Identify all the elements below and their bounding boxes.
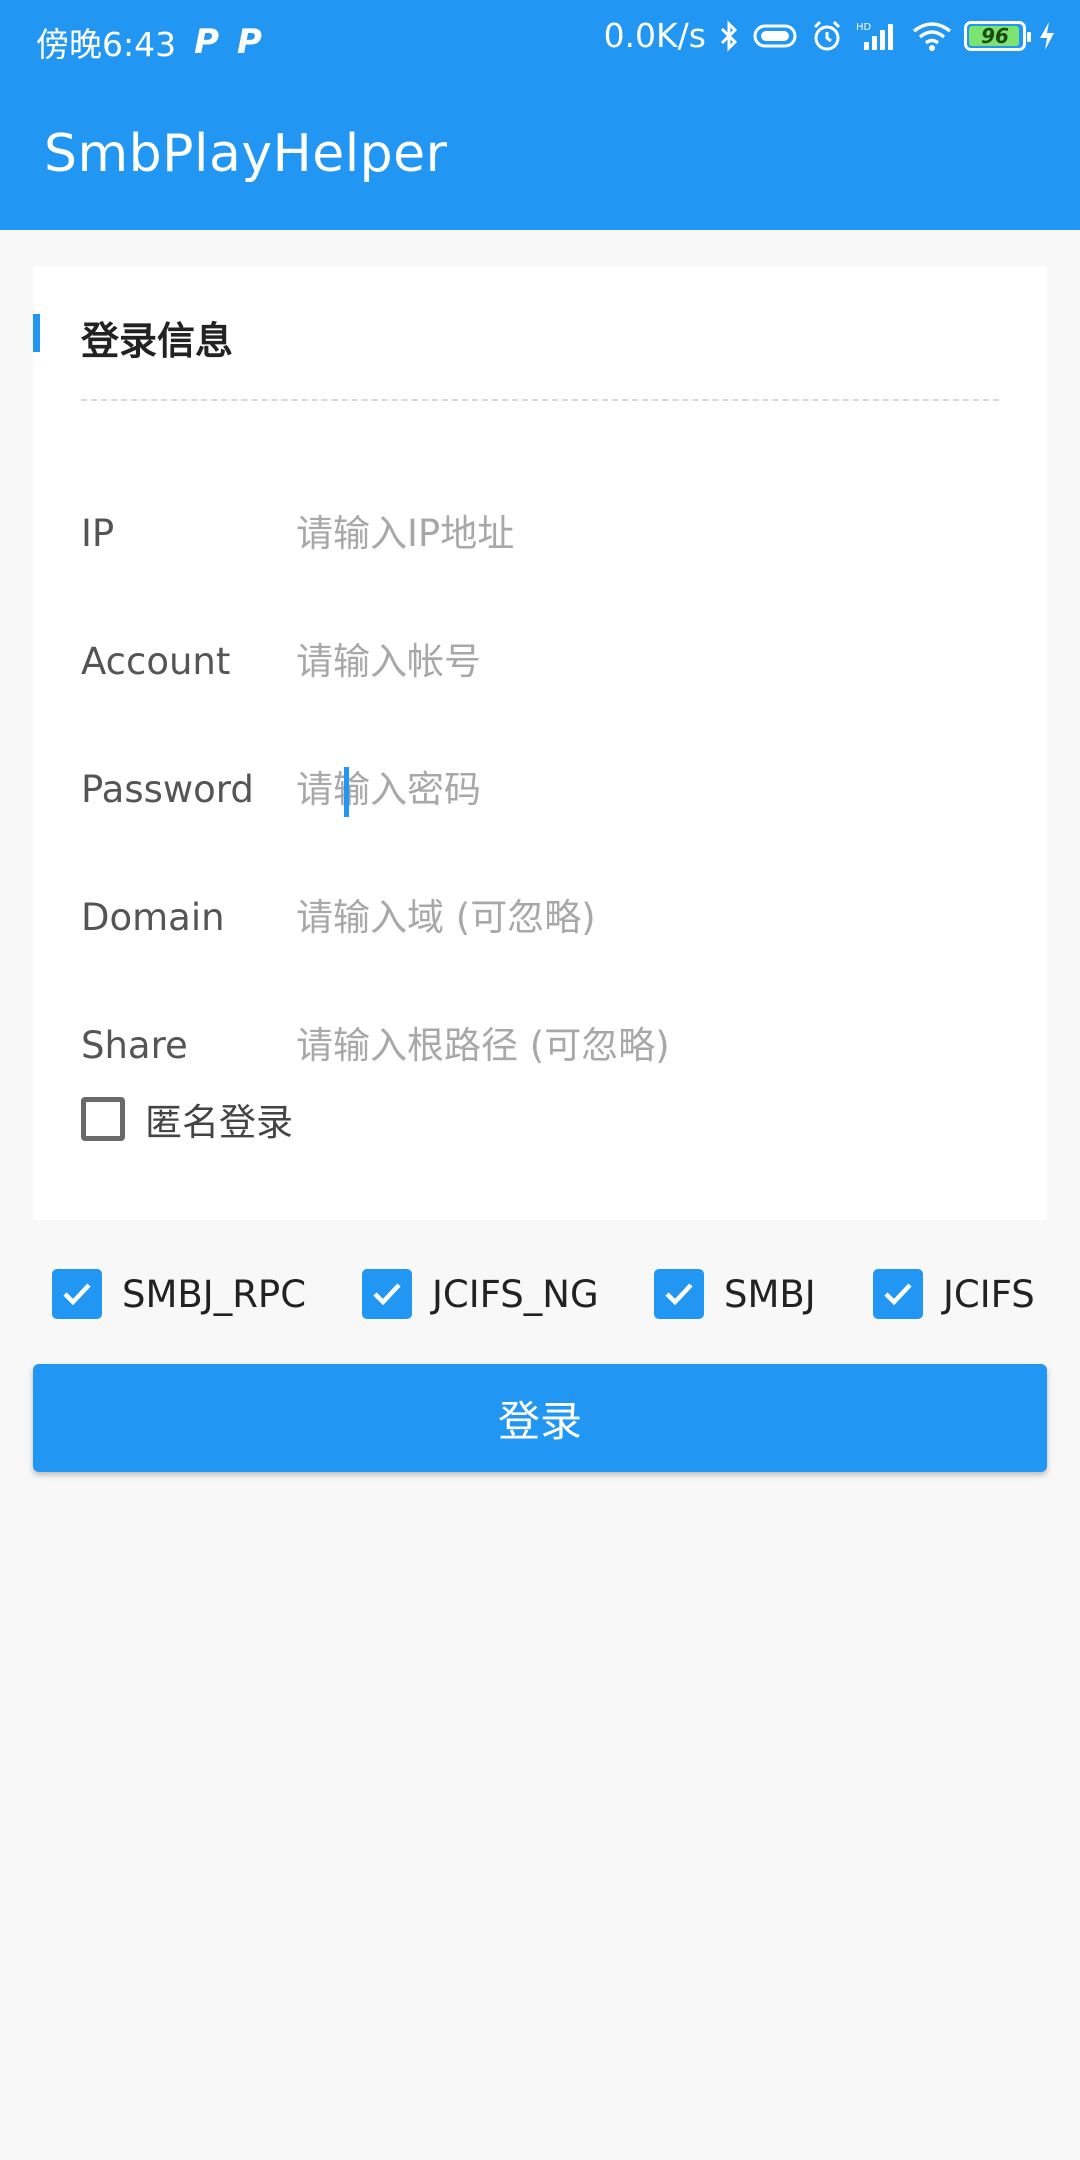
password-row: Password [81,749,1011,829]
domain-row: Domain [81,877,1011,957]
section-title: 登录信息 [81,319,234,363]
anonymous-login-label: 匿名登录 [145,1101,293,1144]
login-info-card: 登录信息 IP Account Password Domain Share 匿名… [33,266,1047,1220]
alarm-icon [810,19,844,53]
charging-icon [1038,21,1056,51]
battery-icon: 96 [964,20,1031,51]
wifi-icon [912,21,952,51]
checkbox-unchecked-icon[interactable] [81,1097,125,1141]
protocol-label: JCIFS [943,1272,1035,1316]
ip-row: IP [81,493,1011,573]
account-label: Account [81,639,231,683]
account-input[interactable] [296,639,1011,683]
protocol-checkbox-smbj[interactable]: SMBJ [654,1264,816,1324]
domain-input[interactable] [296,895,1011,939]
protocol-label: SMBJ [724,1272,816,1316]
protocol-label: JCIFS_NG [432,1272,599,1316]
text-cursor [344,767,349,817]
protocol-options: SMBJ_RPC JCIFS_NG SMBJ JCIFS [52,1264,1080,1324]
signal-icon: HD [856,20,900,52]
parking-notification-icon: P [237,22,262,62]
checkbox-checked-icon[interactable] [654,1269,704,1319]
ip-input[interactable] [296,511,1011,555]
password-input[interactable] [296,767,1011,811]
vibrate-icon [752,21,798,51]
login-button[interactable]: 登录 [33,1364,1047,1472]
protocol-checkbox-jcifs[interactable]: JCIFS [873,1264,1035,1324]
share-input[interactable] [296,1023,1011,1067]
svg-text:HD: HD [856,22,872,33]
domain-label: Domain [81,895,225,939]
app-bar: 傍晚6:43 P P 0.0K/s HD 96 SmbPlayHelper [0,0,1080,230]
bluetooth-icon [718,19,740,52]
app-title: SmbPlayHelper [44,124,448,184]
anonymous-login-checkbox[interactable]: 匿名登录 [81,1092,293,1146]
protocol-label: SMBJ_RPC [122,1272,307,1316]
password-label: Password [81,767,254,811]
protocol-checkbox-jcifs-ng[interactable]: JCIFS_NG [362,1264,599,1324]
battery-level: 96 [981,23,1009,48]
status-bar: 傍晚6:43 P P 0.0K/s HD 96 [0,0,1080,78]
protocol-checkbox-smbj-rpc[interactable]: SMBJ_RPC [52,1264,306,1324]
ip-label: IP [81,511,115,555]
share-label: Share [81,1023,188,1067]
parking-notification-icon: P [194,22,220,62]
checkbox-checked-icon[interactable] [52,1269,102,1319]
checkbox-checked-icon[interactable] [873,1269,923,1319]
dashed-divider [81,399,999,401]
share-row: Share [81,1005,1011,1085]
section-accent-bar [33,314,40,352]
account-row: Account [81,621,1011,701]
checkbox-checked-icon[interactable] [362,1269,412,1319]
status-time: 傍晚6:43 [36,25,177,64]
network-speed: 0.0K/s [603,16,706,55]
